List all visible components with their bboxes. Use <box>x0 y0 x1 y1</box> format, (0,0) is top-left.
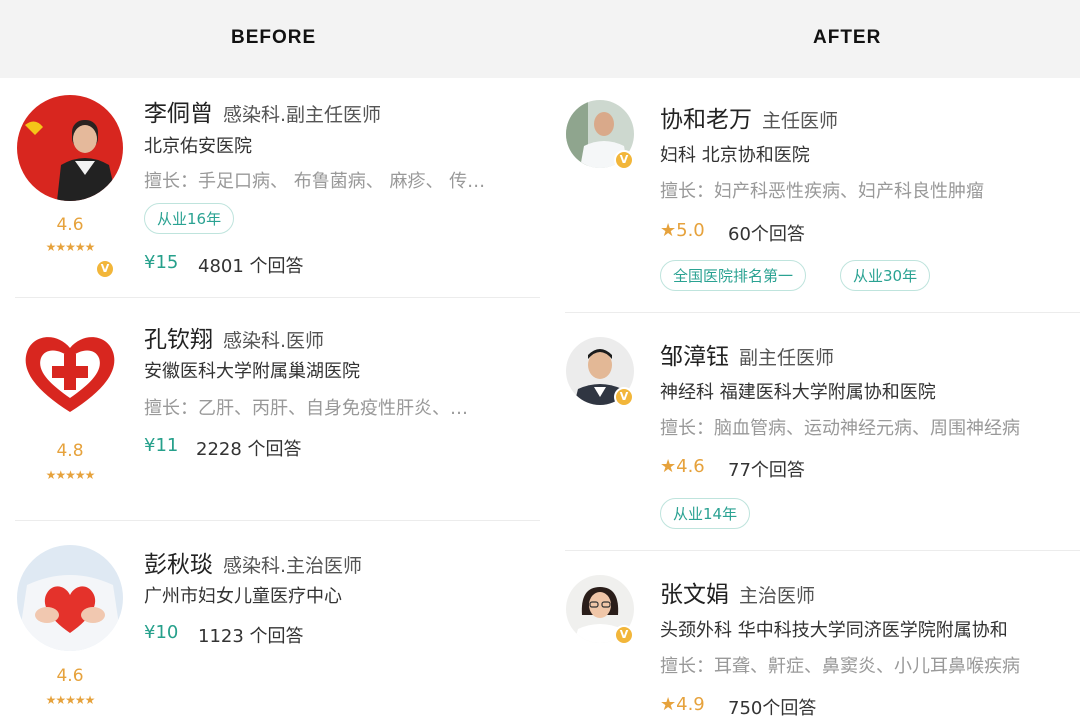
doctor-card[interactable]: V 张文娟 主治医师 头颈外科 华中科技大学同济医学院附属协和 擅长：耳聋、鼾症、… <box>548 551 1080 721</box>
rating-score: 4.6 <box>56 666 84 686</box>
answer-count: 4801 个回答 <box>198 256 304 277</box>
rating-stars-icon: ★★★★★ <box>45 240 96 254</box>
doctor-name-row: 李侗曾 感染科.副主任医师 <box>144 94 381 128</box>
doctor-title: 感染科.主治医师 <box>223 555 363 577</box>
experience-tag: 从业30年 <box>840 260 931 291</box>
answer-count: 750个回答 <box>728 698 817 719</box>
doctor-avatar <box>17 320 123 426</box>
doctor-name-row: 彭秋琰 感染科.主治医师 <box>144 545 362 579</box>
rating-score: ★5.0 <box>660 220 705 241</box>
doctor-name-row: 协和老万 主任医师 <box>660 100 838 134</box>
rating-stars-icon: ★★★★★ <box>45 693 96 707</box>
consult-price: ¥10 <box>144 622 179 643</box>
doctor-title: 主任医师 <box>762 110 839 132</box>
answer-count: 2228 个回答 <box>196 439 302 460</box>
experience-tag: 从业16年 <box>144 203 235 234</box>
consult-price: ¥11 <box>144 435 179 456</box>
doctor-name-row: 孔钦翔 感染科.医师 <box>144 320 324 354</box>
doctor-name-row: 张文娟 主治医师 <box>660 575 815 609</box>
doctor-name: 张文娟 <box>660 582 729 608</box>
hospital-name: 北京佑安医院 <box>144 136 252 157</box>
department-hospital: 妇科 北京协和医院 <box>660 145 810 166</box>
specialty-text: 擅长：手足口病、 布鲁菌病、 麻疹、 传… <box>144 171 486 192</box>
doctor-card[interactable]: V 邹漳钰 副主任医师 神经科 福建医科大学附属协和医院 擅长：脑血管病、运动神经… <box>548 313 1080 550</box>
doctor-card[interactable]: V 协和老万 主任医师 妇科 北京协和医院 擅长：妇产科恶性疾病、妇产科良性肿瘤 … <box>548 78 1080 312</box>
doctor-card[interactable]: 4.8 ★★★★★ 孔钦翔 感染科.医师 安徽医科大学附属巢湖医院 擅长：乙肝、丙… <box>0 298 548 520</box>
department-hospital: 头颈外科 华中科技大学同济医学院附属协和 <box>660 620 1008 641</box>
rating-score: ★4.9 <box>660 694 705 715</box>
after-label: AFTER <box>813 27 882 48</box>
specialty-text: 擅长：乙肝、丙肝、自身免疫性肝炎、… <box>144 398 468 419</box>
rating-score: 4.6 <box>56 215 84 235</box>
doctor-card[interactable]: 4.6 ★★★★★ 彭秋琰 感染科.主治医师 广州市妇女儿童医疗中心 ¥10 11… <box>0 521 548 721</box>
specialty-text: 擅长：妇产科恶性疾病、妇产科良性肿瘤 <box>660 181 984 202</box>
doctor-name: 协和老万 <box>660 107 752 133</box>
specialty-text: 擅长：脑血管病、运动神经元病、周围神经病 <box>660 418 1020 439</box>
verified-icon: V <box>95 259 115 279</box>
doctor-title: 副主任医师 <box>739 347 835 369</box>
doctor-avatar <box>17 95 123 201</box>
hospital-name: 广州市妇女儿童医疗中心 <box>144 586 342 607</box>
doctor-title: 感染科.医师 <box>223 330 325 352</box>
department-hospital: 神经科 福建医科大学附属协和医院 <box>660 382 936 403</box>
doctor-name: 孔钦翔 <box>144 327 213 353</box>
rating-score: 4.8 <box>56 441 84 461</box>
after-doctor-list: V 协和老万 主任医师 妇科 北京协和医院 擅长：妇产科恶性疾病、妇产科良性肿瘤 … <box>548 78 1080 721</box>
verified-icon: V <box>614 625 634 645</box>
specialty-text: 擅长：耳聋、鼾症、鼻窦炎、小儿耳鼻喉疾病 <box>660 656 1020 677</box>
answer-count: 60个回答 <box>728 224 805 245</box>
rating-stars-icon: ★★★★★ <box>45 468 96 482</box>
doctor-name-row: 邹漳钰 副主任医师 <box>660 337 834 371</box>
before-doctor-list: V 4.6 ★★★★★ 李侗曾 感染科.副主任医师 北京佑安医院 擅长：手足口病、… <box>0 78 548 721</box>
doctor-name: 邹漳钰 <box>660 344 729 370</box>
verified-icon: V <box>614 150 634 170</box>
experience-tag: 从业14年 <box>660 498 751 529</box>
hospital-name: 安徽医科大学附属巢湖医院 <box>144 361 360 382</box>
before-label: BEFORE <box>231 27 317 48</box>
answer-count: 77个回答 <box>728 460 805 481</box>
doctor-title: 感染科.副主任医师 <box>223 104 382 126</box>
comparison-header: BEFORE AFTER <box>0 0 1080 78</box>
rating-score: ★4.6 <box>660 456 705 477</box>
consult-price: ¥15 <box>144 252 179 273</box>
doctor-name: 彭秋琰 <box>144 552 213 578</box>
answer-count: 1123 个回答 <box>198 626 304 647</box>
doctor-title: 主治医师 <box>739 585 816 607</box>
doctor-avatar <box>17 545 123 651</box>
doctor-card[interactable]: V 4.6 ★★★★★ 李侗曾 感染科.副主任医师 北京佑安医院 擅长：手足口病、… <box>0 78 548 298</box>
doctor-name: 李侗曾 <box>144 101 213 127</box>
verified-icon: V <box>614 387 634 407</box>
ranking-tag: 全国医院排名第一 <box>660 260 807 291</box>
